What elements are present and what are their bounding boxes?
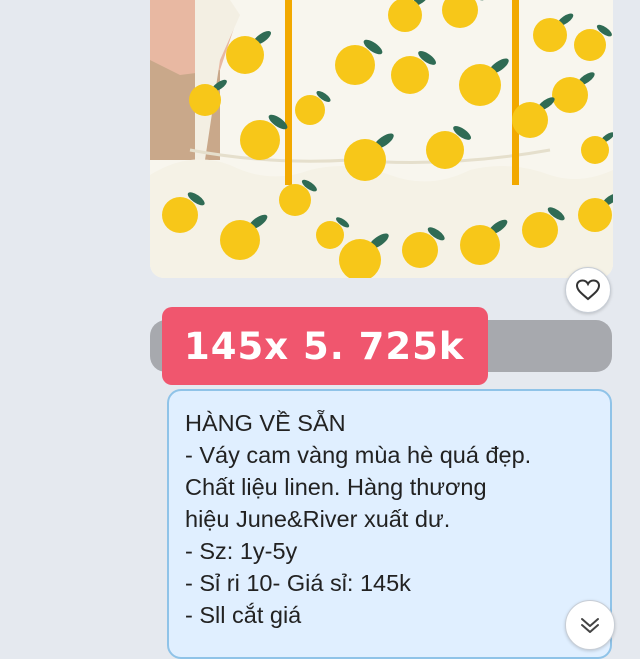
orange-print xyxy=(552,77,588,113)
orange-print xyxy=(522,212,558,248)
message-line: - Sz: 1y-5y xyxy=(185,538,298,564)
chevron-down-icon xyxy=(581,618,599,633)
orange-print xyxy=(162,197,198,233)
orange-print xyxy=(226,36,264,74)
product-photo[interactable] xyxy=(150,0,613,278)
description-message-bubble[interactable]: HÀNG VỀ SẴN - Váy cam vàng mùa hè quá đẹ… xyxy=(167,389,612,659)
orange-print xyxy=(220,220,260,260)
like-button[interactable] xyxy=(565,267,611,313)
orange-print xyxy=(279,184,311,216)
price-text: 145x 5. 725k xyxy=(184,324,465,368)
message-line: - Sỉ ri 10- Giá sỉ: 145k xyxy=(185,570,411,596)
orange-print xyxy=(402,232,438,268)
orange-print xyxy=(316,221,344,249)
message-line: - Váy cam vàng mùa hè quá đẹp. xyxy=(185,442,532,468)
orange-print xyxy=(391,56,429,94)
orange-print xyxy=(578,198,612,232)
message-line: hiệu June&River xuất dư. xyxy=(185,506,451,532)
orange-print xyxy=(344,139,386,181)
message-line-title: HÀNG VỀ SẴN xyxy=(185,410,346,436)
orange-print xyxy=(581,136,609,164)
orange-print xyxy=(295,95,325,125)
orange-print xyxy=(335,45,375,85)
orange-print xyxy=(189,84,221,116)
left-piping xyxy=(285,0,292,185)
orange-print xyxy=(460,225,500,265)
message-line: Chất liệu linen. Hàng thương xyxy=(185,474,487,500)
price-badge: 145x 5. 725k xyxy=(162,307,488,385)
message-line: - Sll cắt giá xyxy=(185,602,302,628)
scroll-down-button[interactable] xyxy=(565,600,615,650)
orange-print xyxy=(426,131,464,169)
orange-print xyxy=(512,102,548,138)
orange-print xyxy=(459,64,501,106)
heart-outline-icon xyxy=(575,279,601,301)
orange-print xyxy=(533,18,567,52)
dress-illustration xyxy=(150,0,613,278)
orange-print xyxy=(240,120,280,160)
right-piping xyxy=(512,0,519,185)
orange-print xyxy=(574,29,606,61)
